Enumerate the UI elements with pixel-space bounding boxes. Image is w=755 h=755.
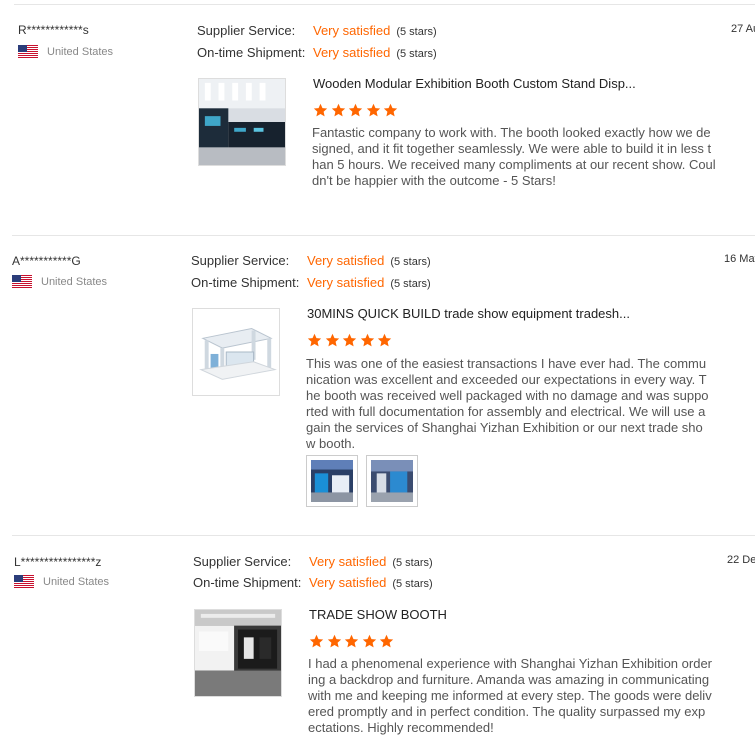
star-icon	[362, 634, 377, 649]
review-text: I had a phenomenal experience with Shang…	[308, 656, 712, 735]
star-icon	[383, 103, 398, 118]
star-icon	[313, 103, 328, 118]
review-date: 27 Au	[731, 23, 755, 35]
review-divider	[12, 235, 755, 236]
shipment-label: On-time Shipment:	[191, 275, 300, 290]
supplier-service-rating: Supplier Service: Very satisfied (5 stars)	[193, 553, 433, 571]
product-thumbnail[interactable]	[198, 78, 286, 166]
star-rating	[313, 103, 401, 118]
shipment-label: On-time Shipment:	[197, 45, 306, 60]
shipment-stars: (5 stars)	[396, 48, 437, 60]
supplier-service-value: Very satisfied	[309, 554, 387, 569]
review-photo-image	[371, 460, 413, 502]
supplier-service-value: Very satisfied	[313, 23, 391, 38]
product-title-link[interactable]: TRADE SHOW BOOTH	[309, 607, 447, 622]
review-text: This was one of the easiest transactions…	[306, 356, 709, 451]
review-text: Fantastic company to work with. The boot…	[312, 125, 716, 188]
shipment-stars: (5 stars)	[392, 578, 433, 590]
us-flag-icon	[18, 45, 38, 58]
us-flag-icon	[12, 275, 32, 288]
supplier-service-value: Very satisfied	[307, 253, 385, 268]
booth-image	[195, 610, 281, 696]
review-divider	[12, 535, 755, 536]
review-date: 22 De	[727, 554, 755, 566]
buyer-name: R************s	[18, 23, 89, 37]
us-flag-icon	[14, 575, 34, 588]
star-icon	[307, 333, 322, 348]
star-icon	[331, 103, 346, 118]
supplier-service-stars: (5 stars)	[390, 256, 431, 268]
star-icon	[366, 103, 381, 118]
star-icon	[327, 634, 342, 649]
shipment-rating: On-time Shipment: Very satisfied (5 stars)	[191, 274, 431, 292]
product-title-link[interactable]: 30MINS QUICK BUILD trade show equipment …	[307, 306, 630, 321]
star-icon	[342, 333, 357, 348]
buyer-country: United States	[12, 275, 107, 288]
star-icon	[377, 333, 392, 348]
shipment-rating: On-time Shipment: Very satisfied (5 stars)	[197, 44, 437, 62]
product-title-link[interactable]: Wooden Modular Exhibition Booth Custom S…	[313, 76, 636, 91]
star-icon	[379, 634, 394, 649]
star-icon	[309, 634, 324, 649]
star-icon	[325, 333, 340, 348]
star-rating	[307, 333, 395, 348]
country-label: United States	[43, 575, 110, 588]
supplier-service-rating: Supplier Service: Very satisfied (5 stars)	[191, 252, 431, 270]
shipment-value: Very satisfied	[309, 575, 387, 590]
supplier-service-stars: (5 stars)	[396, 26, 437, 38]
shipment-stars: (5 stars)	[390, 278, 431, 290]
buyer-country: United States	[14, 575, 109, 588]
star-icon	[348, 103, 363, 118]
product-thumbnail[interactable]	[192, 308, 280, 396]
review-photo-image	[311, 460, 353, 502]
star-icon	[360, 333, 375, 348]
product-thumbnail[interactable]	[194, 609, 282, 697]
buyer-name: A***********G	[12, 254, 81, 268]
shipment-rating: On-time Shipment: Very satisfied (5 stars)	[193, 574, 433, 592]
booth-image	[193, 309, 279, 395]
shipment-value: Very satisfied	[307, 275, 385, 290]
star-icon	[344, 634, 359, 649]
buyer-country: United States	[18, 45, 113, 58]
buyer-name: L****************z	[14, 555, 102, 569]
booth-image	[199, 79, 285, 165]
review-photo[interactable]	[366, 455, 418, 507]
review-photo[interactable]	[306, 455, 358, 507]
review-date: 16 May	[724, 253, 755, 265]
supplier-service-stars: (5 stars)	[392, 557, 433, 569]
supplier-service-label: Supplier Service:	[191, 253, 290, 268]
shipment-value: Very satisfied	[313, 45, 391, 60]
supplier-service-rating: Supplier Service: Very satisfied (5 stars)	[197, 22, 437, 40]
shipment-label: On-time Shipment:	[193, 575, 302, 590]
supplier-service-label: Supplier Service:	[193, 554, 292, 569]
country-label: United States	[41, 275, 108, 288]
star-rating	[309, 634, 397, 649]
top-divider	[14, 4, 755, 5]
supplier-service-label: Supplier Service:	[197, 23, 296, 38]
country-label: United States	[47, 45, 114, 58]
